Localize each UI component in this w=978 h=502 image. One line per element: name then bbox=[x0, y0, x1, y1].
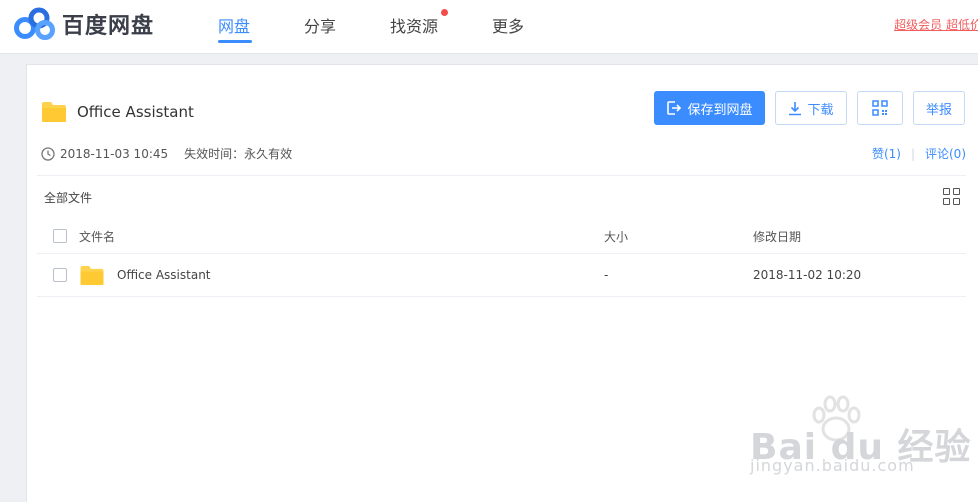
column-header-size[interactable]: 大小 bbox=[604, 228, 628, 245]
share-title-text: Office Assistant bbox=[77, 103, 194, 121]
report-button[interactable]: 举报 bbox=[913, 91, 965, 125]
download-button-label: 下载 bbox=[807, 102, 834, 118]
clock-icon bbox=[41, 146, 55, 161]
qrcode-icon bbox=[872, 100, 888, 116]
nav-tab-more[interactable]: 更多 bbox=[492, 13, 524, 37]
divider bbox=[37, 296, 966, 297]
select-all-checkbox[interactable] bbox=[53, 229, 67, 243]
qrcode-button[interactable] bbox=[857, 91, 903, 125]
breadcrumb[interactable]: 全部文件 bbox=[44, 189, 92, 206]
file-name-link[interactable]: Office Assistant bbox=[117, 268, 211, 282]
file-modified-date: 2018-11-02 10:20 bbox=[753, 268, 862, 282]
folder-icon bbox=[42, 102, 66, 122]
share-meta: 2018-11-03 10:45 失效时间：永久有效 bbox=[41, 145, 292, 162]
divider bbox=[37, 175, 966, 176]
download-icon bbox=[788, 101, 802, 116]
column-header-modified[interactable]: 修改日期 bbox=[753, 228, 801, 245]
nav-tab-find-resources[interactable]: 找资源 bbox=[390, 13, 438, 37]
active-tab-indicator bbox=[218, 40, 252, 43]
notification-dot bbox=[441, 9, 448, 16]
folder-icon bbox=[80, 265, 104, 286]
nav-tab-share[interactable]: 分享 bbox=[304, 13, 336, 37]
grid-view-icon[interactable] bbox=[943, 188, 960, 205]
save-to-netdisk-button[interactable]: 保存到网盘 bbox=[654, 91, 765, 125]
watermark-url: jingyan.baidu.com bbox=[750, 456, 915, 475]
top-bar: 百度网盘 网盘 分享 找资源 更多 超级会员 超低价 bbox=[0, 0, 978, 54]
nav-tab-netdisk[interactable]: 网盘 bbox=[218, 13, 250, 37]
column-header-name[interactable]: 文件名 bbox=[79, 228, 115, 245]
cloud-logo-icon bbox=[14, 7, 55, 40]
save-button-label: 保存到网盘 bbox=[687, 102, 753, 118]
download-button[interactable]: 下载 bbox=[775, 91, 847, 125]
baidu-netdisk-logo[interactable]: 百度网盘 bbox=[14, 6, 154, 42]
super-vip-link[interactable]: 超级会员 超低价 bbox=[894, 16, 978, 33]
comment-link[interactable]: 评论(0) bbox=[925, 145, 966, 162]
file-size: - bbox=[604, 268, 609, 282]
like-link[interactable]: 赞(1) bbox=[872, 145, 901, 162]
expire-time: 失效时间：永久有效 bbox=[184, 147, 293, 161]
share-date: 2018-11-03 10:45 bbox=[60, 146, 169, 161]
logo-text: 百度网盘 bbox=[62, 14, 155, 39]
share-title: Office Assistant bbox=[41, 101, 194, 123]
report-button-label: 举报 bbox=[925, 102, 952, 118]
save-icon bbox=[666, 100, 682, 116]
row-checkbox[interactable] bbox=[53, 268, 67, 282]
divider bbox=[37, 253, 966, 254]
separator: | bbox=[910, 146, 915, 161]
share-actions: 赞(1) | 评论(0) bbox=[872, 145, 966, 162]
